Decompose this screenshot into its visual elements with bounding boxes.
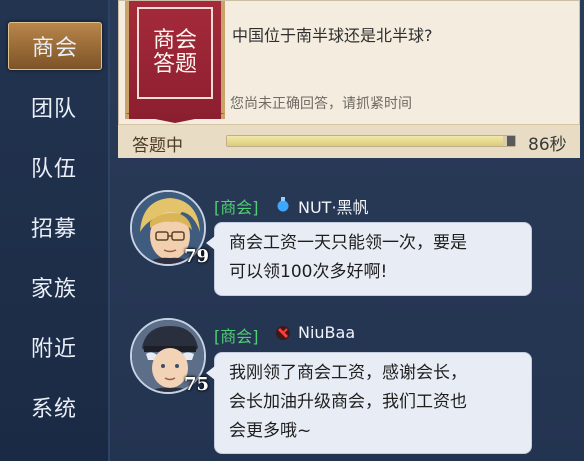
chat-bubble: 我刚领了商会工资，感谢会长， 会长加油升级商会，我们工资也 会更多哦~	[214, 352, 532, 454]
chat-bubble: 商会工资一天只能领一次，要是 可以领100次多好啊!	[214, 222, 532, 296]
quiz-timer-cap	[507, 136, 515, 146]
blue-potion-icon	[275, 196, 291, 212]
tab-system[interactable]: 系统	[8, 384, 100, 430]
tab-squad[interactable]: 队伍	[8, 144, 100, 190]
channel-sidebar: 商会 团队 队伍 招募 家族 附近 系统	[0, 0, 110, 461]
bubble-tip	[206, 366, 215, 380]
guild-quiz-badge: 商会 答题	[125, 1, 225, 119]
quiz-hint: 您尚未正确回答，请抓紧时间	[230, 96, 412, 112]
badge-line2: 答题	[152, 52, 197, 77]
badge-line1: 商会	[152, 28, 197, 53]
player-name[interactable]: NiuBaa	[298, 323, 355, 342]
quiz-status-label: 答题中	[132, 136, 183, 156]
tab-recruit[interactable]: 招募	[8, 204, 100, 250]
bubble-tip	[206, 236, 215, 250]
channel-tag: [商会]	[214, 327, 259, 346]
message-line: 我刚领了商会工资，感谢会长，	[229, 363, 467, 383]
quiz-question: 中国位于南半球还是北半球?	[232, 26, 433, 45]
tab-nearby-label: 附近	[30, 337, 77, 362]
tab-family[interactable]: 家族	[8, 264, 100, 310]
tab-nearby[interactable]: 附近	[8, 324, 100, 370]
tab-team-label: 团队	[30, 97, 77, 122]
tab-system-label: 系统	[30, 397, 77, 422]
message-line: 商会工资一天只能领一次，要是	[229, 233, 467, 253]
channel-tag: [商会]	[214, 198, 259, 217]
quiz-status-bar: 答题中 86秒	[118, 124, 580, 158]
message-line: 会长加油升级商会，我们工资也	[229, 392, 467, 412]
quiz-timer-bar	[226, 135, 516, 147]
badge-ribbon-tip	[125, 113, 225, 123]
red-blade-icon	[275, 325, 291, 341]
tab-team[interactable]: 团队	[8, 84, 100, 130]
guild-quiz-emblem: 商会 答题	[137, 7, 213, 99]
tab-recruit-label: 招募	[30, 217, 77, 242]
tab-guild-label: 商会	[31, 36, 78, 61]
quiz-timer-text: 86秒	[528, 135, 567, 155]
quiz-timer-fill	[227, 136, 504, 146]
tab-guild[interactable]: 商会	[8, 22, 102, 70]
message-line: 可以领100次多好啊!	[229, 262, 388, 282]
tab-family-label: 家族	[30, 277, 77, 302]
player-name[interactable]: NUT·黑帆	[298, 194, 369, 218]
tab-squad-label: 队伍	[30, 157, 77, 182]
message-line: 会更多哦~	[229, 421, 312, 441]
